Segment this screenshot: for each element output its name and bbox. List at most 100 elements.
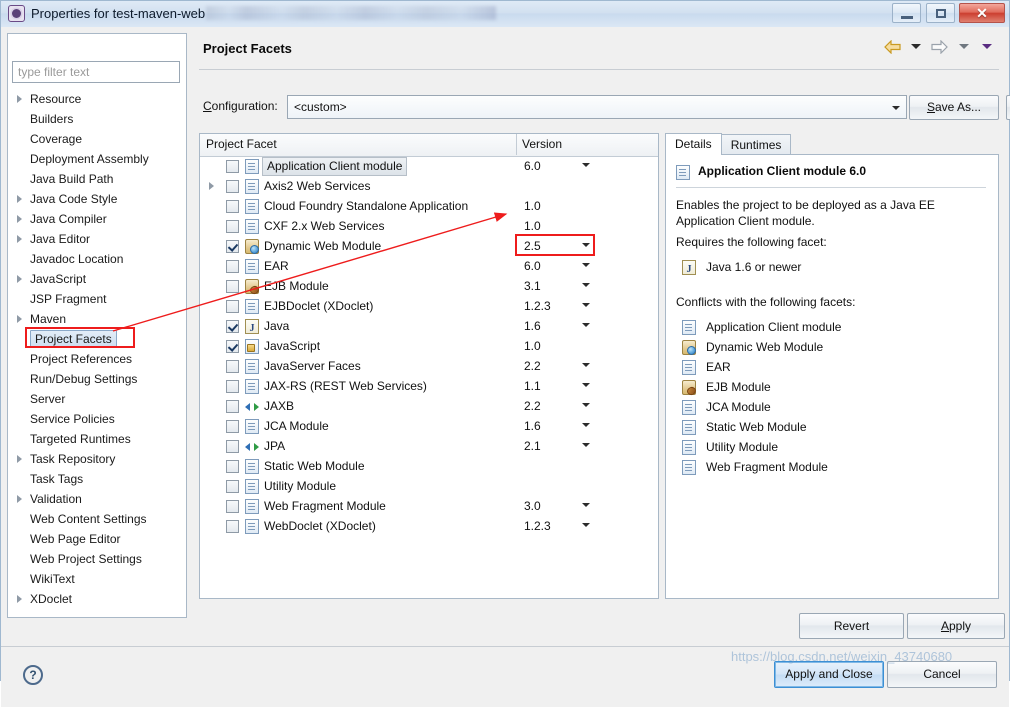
sidebar-item-deployment-assembly[interactable]: Deployment Assembly <box>8 149 188 169</box>
facet-checkbox[interactable] <box>226 240 239 253</box>
facet-checkbox[interactable] <box>226 460 239 473</box>
sidebar-item-coverage[interactable]: Coverage <box>8 129 188 149</box>
facet-checkbox[interactable] <box>226 480 239 493</box>
details-tabs[interactable]: Details Runtimes <box>665 133 792 155</box>
sidebar-item-java-compiler[interactable]: Java Compiler <box>8 209 188 229</box>
version-chevron-down-icon[interactable] <box>582 323 590 327</box>
expand-triangle-icon[interactable] <box>209 182 214 190</box>
version-chevron-down-icon[interactable] <box>582 263 590 267</box>
sidebar-item-validation[interactable]: Validation <box>8 489 188 509</box>
expand-triangle-icon[interactable] <box>17 315 22 323</box>
version-chevron-down-icon[interactable] <box>582 303 590 307</box>
facet-checkbox[interactable] <box>226 520 239 533</box>
facet-table-body[interactable]: Application Client module 6.0 Axis2 Web Se… <box>200 156 658 598</box>
facet-table[interactable]: Project Facet Version Application Client… <box>199 133 659 599</box>
table-row[interactable]: JavaScript 1.0 <box>200 336 658 356</box>
sidebar-item-project-references[interactable]: Project References <box>8 349 188 369</box>
table-row[interactable]: EJB Module 3.1 <box>200 276 658 296</box>
version-chevron-down-icon[interactable] <box>582 443 590 447</box>
expand-triangle-icon[interactable] <box>17 195 22 203</box>
sidebar-item-task-repository[interactable]: Task Repository <box>8 449 188 469</box>
table-row[interactable]: Java 1.6 <box>200 316 658 339</box>
sidebar-item-task-tags[interactable]: Task Tags <box>8 469 188 489</box>
sidebar-item-javadoc-location[interactable]: Javadoc Location <box>8 249 188 269</box>
minimize-button[interactable] <box>892 3 922 23</box>
table-row[interactable]: Dynamic Web Module 2.5 <box>200 234 658 256</box>
table-row[interactable]: Static Web Module <box>200 456 658 476</box>
facet-checkbox[interactable] <box>226 380 239 393</box>
save-as-button[interactable]: Save As... <box>909 95 999 120</box>
configuration-select[interactable]: <custom> <box>287 95 907 119</box>
expand-triangle-icon[interactable] <box>17 235 22 243</box>
facet-checkbox[interactable] <box>226 160 239 173</box>
sidebar-item-jsp-fragment[interactable]: JSP Fragment <box>8 289 188 309</box>
sidebar-item-project-facets[interactable]: Project Facets <box>8 329 188 349</box>
sidebar-item-builders[interactable]: Builders <box>8 109 188 129</box>
facet-checkbox[interactable] <box>226 400 239 413</box>
table-row[interactable]: WebDoclet (XDoclet) 1.2.3 <box>200 516 658 536</box>
version-chevron-down-icon[interactable] <box>582 163 590 167</box>
facet-checkbox[interactable] <box>226 340 239 353</box>
delete-button[interactable]: Delete <box>1006 95 1010 120</box>
sidebar-item-run-debug-settings[interactable]: Run/Debug Settings <box>8 369 188 389</box>
back-arrow-icon[interactable] <box>883 39 901 55</box>
table-row[interactable]: Cloud Foundry Standalone Application 1.0 <box>200 196 658 216</box>
version-chevron-down-icon[interactable] <box>582 523 590 527</box>
forward-arrow-icon[interactable] <box>931 39 949 55</box>
revert-button[interactable]: Revert <box>799 613 904 639</box>
table-row[interactable]: JAX-RS (REST Web Services) 1.1 <box>200 376 658 396</box>
sidebar-item-server[interactable]: Server <box>8 389 188 409</box>
facet-checkbox[interactable] <box>226 440 239 453</box>
expand-triangle-icon[interactable] <box>17 455 22 463</box>
version-chevron-down-icon[interactable] <box>582 403 590 407</box>
settings-tree[interactable]: Resource Builders Coverage Deployment Assem… <box>8 89 188 614</box>
question-mark-icon[interactable]: ? <box>23 665 43 685</box>
facet-checkbox[interactable] <box>226 200 239 213</box>
table-row[interactable]: Web Fragment Module 3.0 <box>200 496 658 516</box>
facet-checkbox[interactable] <box>226 500 239 513</box>
expand-triangle-icon[interactable] <box>17 275 22 283</box>
apply-button[interactable]: Apply <box>907 613 1005 639</box>
chevron-down-icon[interactable] <box>887 97 905 117</box>
sidebar-item-maven[interactable]: Maven <box>8 309 188 329</box>
version-chevron-down-icon[interactable] <box>582 423 590 427</box>
sidebar-item-wikitext[interactable]: WikiText <box>8 569 188 589</box>
expand-triangle-icon[interactable] <box>17 495 22 503</box>
table-row[interactable]: CXF 2.x Web Services 1.0 <box>200 216 658 236</box>
facet-checkbox[interactable] <box>226 320 239 333</box>
table-row[interactable]: Axis2 Web Services <box>200 176 658 196</box>
sidebar-item-resource[interactable]: Resource <box>8 89 188 109</box>
sidebar-item-java-editor[interactable]: Java Editor <box>8 229 188 249</box>
version-chevron-down-icon[interactable] <box>582 503 590 507</box>
close-button[interactable]: ✕ <box>959 3 1005 23</box>
version-chevron-down-icon[interactable] <box>582 363 590 367</box>
facet-checkbox[interactable] <box>226 360 239 373</box>
table-row[interactable]: Utility Module <box>200 476 658 496</box>
table-row[interactable]: JavaServer Faces 2.2 <box>200 356 658 376</box>
table-row[interactable]: JCA Module 1.6 <box>200 416 658 436</box>
table-row[interactable]: JAXB 2.2 <box>200 396 658 416</box>
sidebar-item-java-code-style[interactable]: Java Code Style <box>8 189 188 209</box>
tab-runtimes[interactable]: Runtimes <box>720 134 792 155</box>
facet-checkbox[interactable] <box>226 300 239 313</box>
forward-menu-chevron-down-icon[interactable] <box>958 44 969 50</box>
version-chevron-down-icon[interactable] <box>582 283 590 287</box>
version-chevron-down-icon[interactable] <box>582 383 590 387</box>
facet-checkbox[interactable] <box>226 220 239 233</box>
sidebar-item-service-policies[interactable]: Service Policies <box>8 409 188 429</box>
sidebar-item-web-page-editor[interactable]: Web Page Editor <box>8 529 188 549</box>
table-row[interactable]: Application Client module 6.0 <box>200 156 658 176</box>
filter-input[interactable]: type filter text <box>12 61 180 83</box>
sidebar-item-xdoclet[interactable]: XDoclet <box>8 589 188 609</box>
facet-checkbox[interactable] <box>226 280 239 293</box>
table-row[interactable]: EAR 6.0 <box>200 256 658 276</box>
sidebar-item-web-project-settings[interactable]: Web Project Settings <box>8 549 188 569</box>
sidebar-item-javascript[interactable]: JavaScript <box>8 269 188 289</box>
facet-checkbox[interactable] <box>226 180 239 193</box>
back-menu-chevron-down-icon[interactable] <box>910 44 921 50</box>
tab-details[interactable]: Details <box>665 133 722 155</box>
expand-triangle-icon[interactable] <box>17 215 22 223</box>
facet-checkbox[interactable] <box>226 420 239 433</box>
sidebar-item-web-content-settings[interactable]: Web Content Settings <box>8 509 188 529</box>
table-row[interactable]: EJBDoclet (XDoclet) 1.2.3 <box>200 296 658 316</box>
